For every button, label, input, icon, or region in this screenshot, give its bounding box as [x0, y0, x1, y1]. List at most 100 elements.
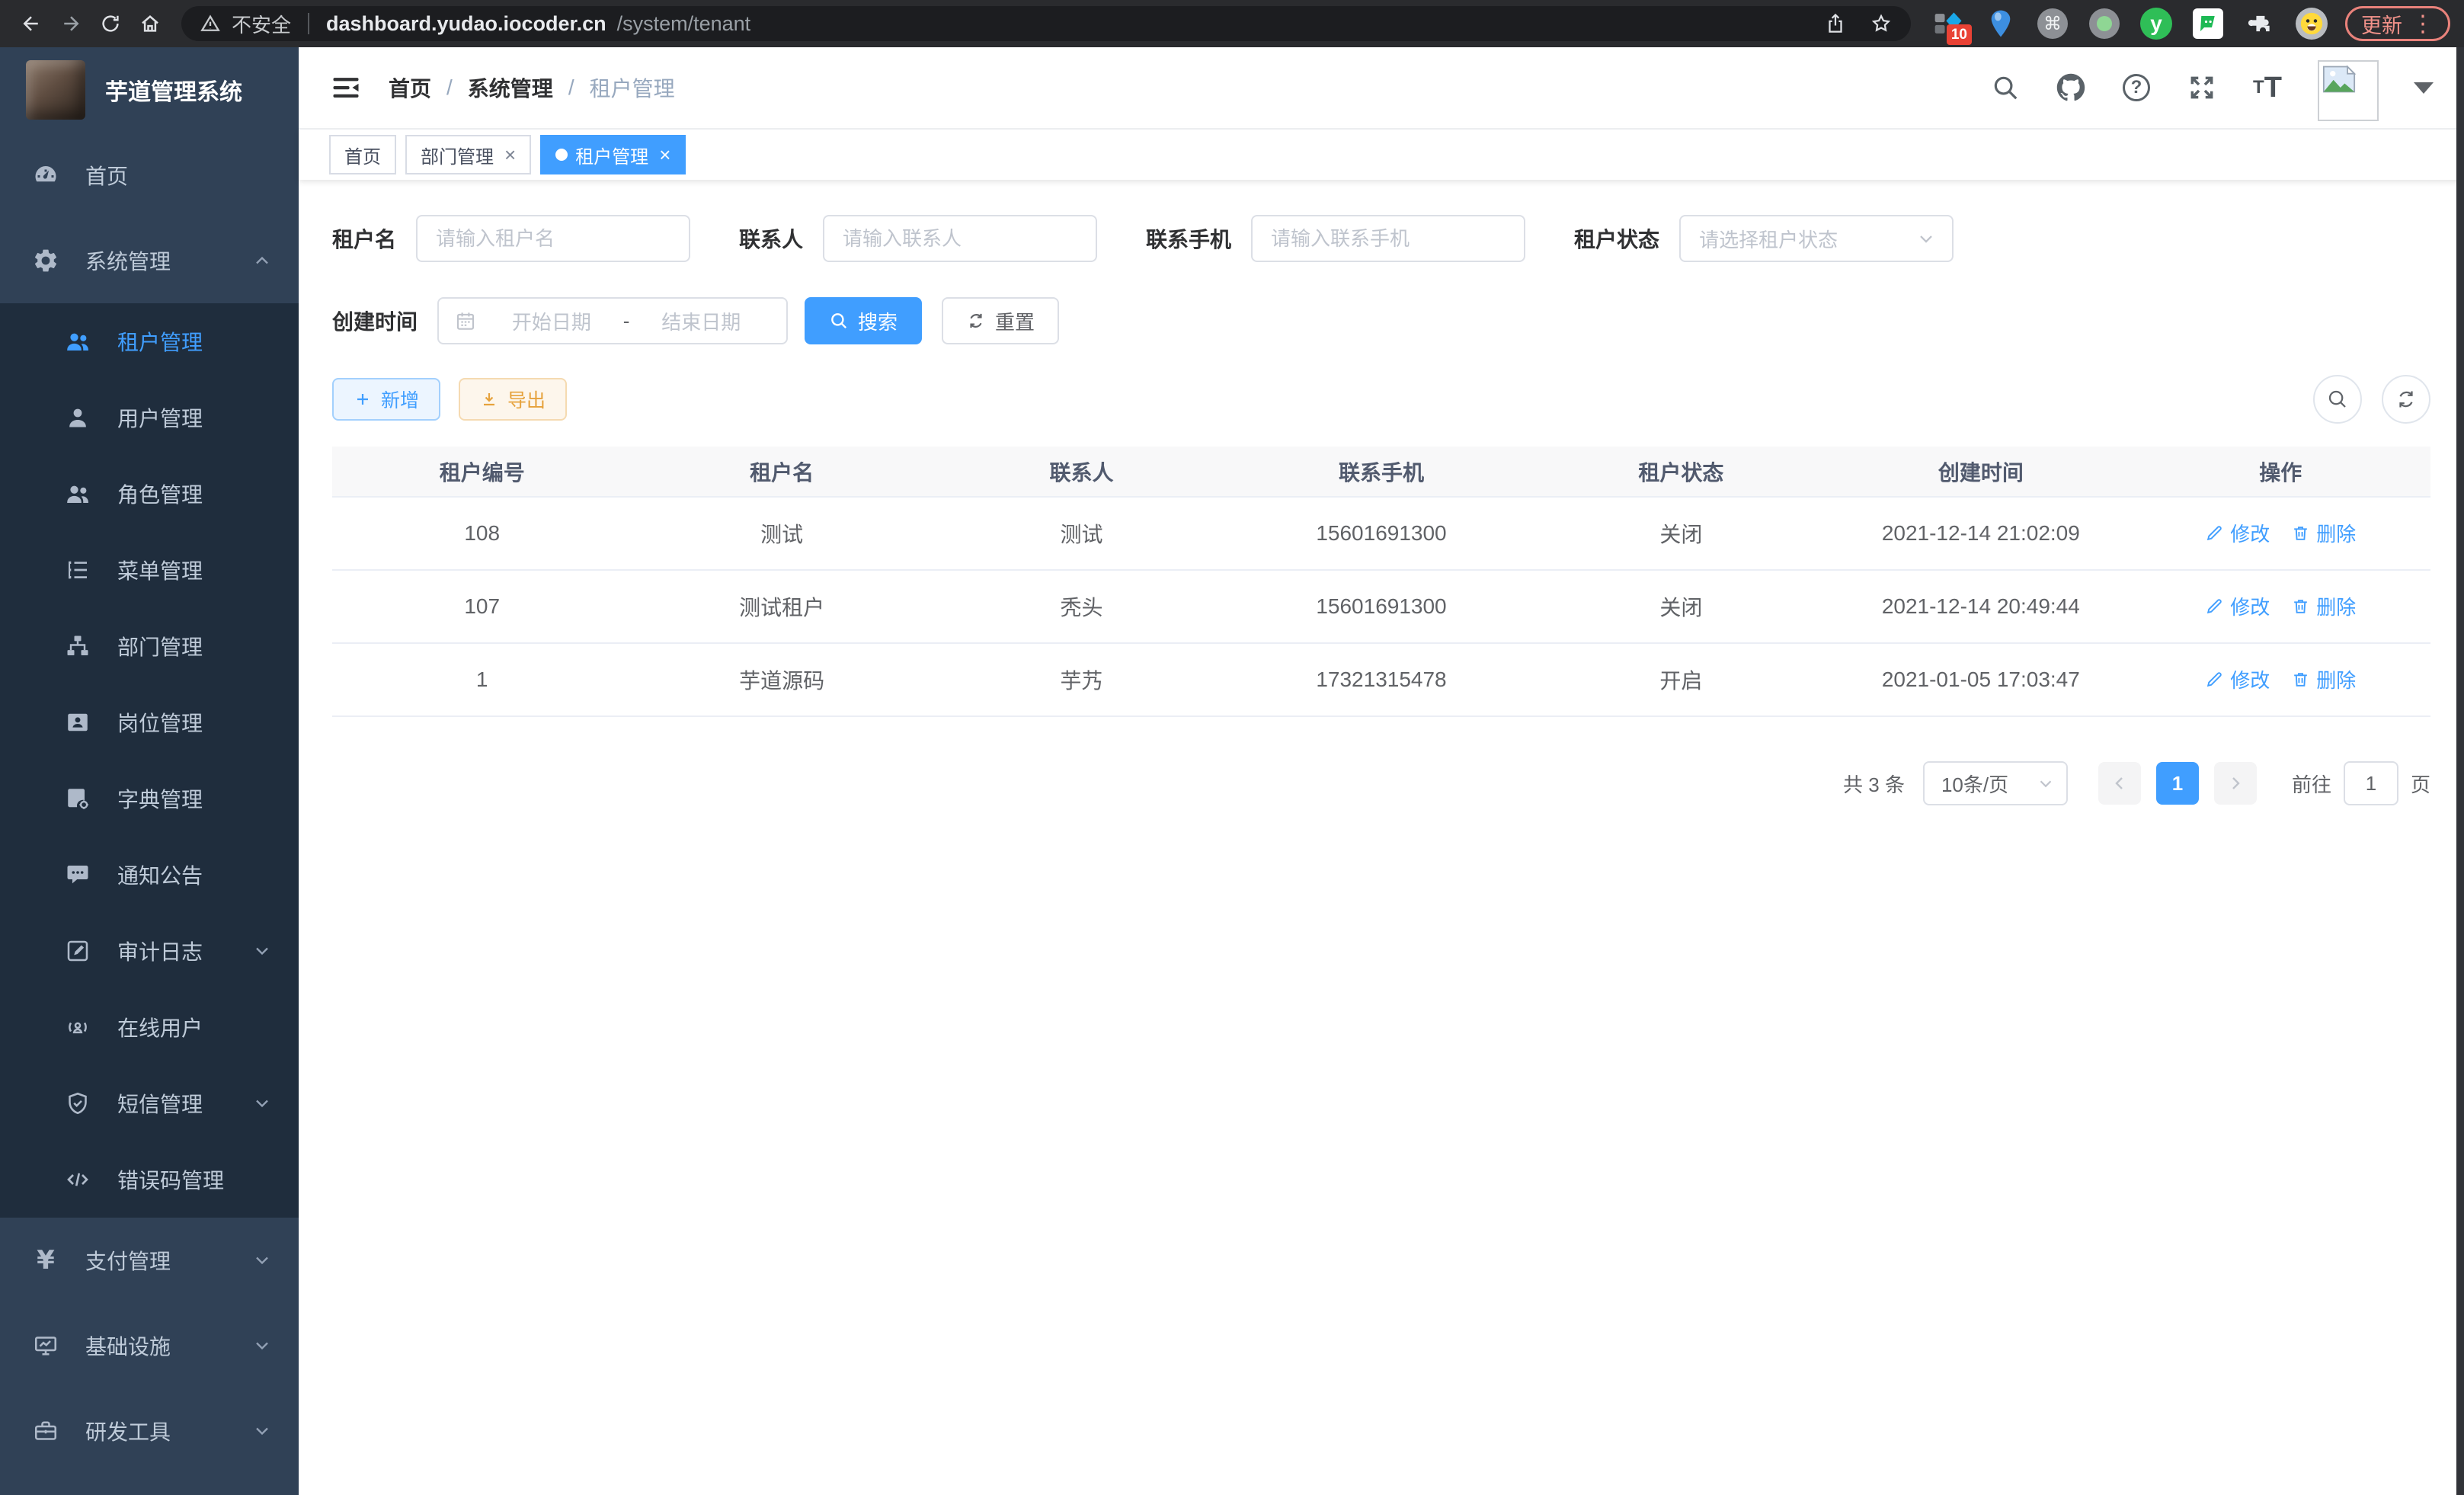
bookmark-star-icon[interactable] — [1870, 12, 1893, 35]
select-placeholder: 请选择租户状态 — [1699, 225, 1838, 253]
avatar-dropdown-caret[interactable] — [2414, 82, 2434, 104]
tag-home[interactable]: 首页 — [329, 135, 396, 174]
sidebar-item-notice[interactable]: 通知公告 — [0, 837, 299, 913]
command-extension-button[interactable]: ⌘ — [2036, 7, 2069, 40]
sidebar-item-system[interactable]: 系统管理 — [0, 218, 299, 303]
breadcrumb-item-system[interactable]: 系统管理 — [468, 72, 553, 103]
chevron-up-icon — [251, 250, 273, 271]
next-page-button[interactable] — [2214, 762, 2257, 805]
github-icon — [2056, 73, 2085, 102]
filter-status: 租户状态 请选择租户状态 — [1574, 215, 1954, 262]
tenant-name-input[interactable] — [416, 215, 690, 262]
tag-dept[interactable]: 部门管理 × — [405, 135, 531, 174]
edit-link[interactable]: 修改 — [2205, 665, 2270, 693]
sidebar-item-dept[interactable]: 部门管理 — [0, 608, 299, 684]
trash-icon — [2291, 670, 2310, 689]
header-search-button[interactable] — [1990, 72, 2021, 103]
font-large-glyph: T — [2264, 72, 2282, 104]
reset-button[interactable]: 重置 — [942, 297, 1059, 344]
refresh-table-button[interactable] — [2382, 375, 2430, 424]
balloon-extension-button[interactable] — [1984, 7, 2018, 40]
sidebar-item-sms[interactable]: 短信管理 — [0, 1065, 299, 1141]
sidebar-item-online-users[interactable]: 在线用户 — [0, 989, 299, 1065]
sidebar-item-dev-tools[interactable]: 研发工具 — [0, 1388, 299, 1474]
tree-table-icon — [64, 556, 91, 584]
sidebar-item-label: 字典管理 — [117, 783, 203, 814]
add-button[interactable]: 新增 — [332, 378, 440, 421]
search-button[interactable]: 搜索 — [805, 297, 922, 344]
page-size-select[interactable]: 10条/页 — [1923, 761, 2068, 805]
browser-forward-button[interactable] — [53, 6, 88, 41]
filter-row-1: 租户名 联系人 联系手机 租户状态 请选择租户状态 — [332, 215, 2430, 262]
workona-extension-button[interactable]: 10 — [1932, 7, 1966, 40]
sidebar-item-menu[interactable]: 菜单管理 — [0, 532, 299, 608]
address-bar[interactable]: 不安全 dashboard.yudao.iocoder.cn/system/te… — [181, 6, 1911, 41]
update-button[interactable]: 更新 ⋮ — [2345, 6, 2450, 41]
browser-back-button[interactable] — [14, 6, 49, 41]
breadcrumb-item-home[interactable]: 首页 — [389, 72, 431, 103]
url-host: dashboard.yudao.iocoder.cn — [326, 12, 606, 36]
sidebar-item-pay[interactable]: ¥ 支付管理 — [0, 1218, 299, 1303]
sidebar-item-home[interactable]: 首页 — [0, 133, 299, 218]
sidebar-item-label: 租户管理 — [117, 326, 203, 357]
balloon-pin-icon — [1984, 7, 2018, 40]
chevron-down-icon — [251, 1093, 273, 1114]
page-1-button[interactable]: 1 — [2156, 762, 2199, 805]
mobile-input[interactable] — [1251, 215, 1525, 262]
sidebar-item-dict[interactable]: 字典管理 — [0, 760, 299, 837]
sidebar-item-tenant[interactable]: 租户管理 — [0, 303, 299, 379]
sidebar-item-label: 部门管理 — [117, 631, 203, 661]
sidebar-item-label: 研发工具 — [85, 1416, 171, 1446]
calendar-icon — [454, 309, 477, 332]
cell-created: 2021-12-14 21:02:09 — [1831, 497, 2130, 570]
export-button[interactable]: 导出 — [459, 378, 567, 421]
sidebar-item-infra[interactable]: 基础设施 — [0, 1303, 299, 1388]
cell-contact: 秃头 — [932, 570, 1231, 643]
delete-link[interactable]: 删除 — [2291, 592, 2356, 620]
toggle-search-button[interactable] — [2313, 375, 2362, 424]
yuque-extension-button[interactable]: y — [2139, 7, 2173, 40]
close-icon[interactable]: × — [659, 145, 670, 165]
search-icon — [829, 311, 849, 331]
reload-icon — [99, 12, 122, 35]
avatar[interactable] — [2318, 60, 2379, 121]
sidebar-item-error-code[interactable]: 错误码管理 — [0, 1141, 299, 1218]
tenant-table: 租户编号 租户名 联系人 联系手机 租户状态 创建时间 操作 108 测试 测试 — [332, 447, 2430, 717]
sidebar-item-role[interactable]: 角色管理 — [0, 456, 299, 532]
tag-tenant[interactable]: 租户管理 × — [540, 135, 686, 174]
chat-extension-button[interactable] — [2191, 7, 2225, 40]
sidebar-item-audit-log[interactable]: 审计日志 — [0, 913, 299, 989]
emoji-extension-button[interactable] — [2295, 7, 2328, 40]
help-button[interactable]: ? — [2121, 72, 2152, 103]
edit-link[interactable]: 修改 — [2205, 592, 2270, 620]
recorder-extension-button[interactable] — [2088, 7, 2121, 40]
delete-link[interactable]: 删除 — [2291, 519, 2356, 547]
kebab-menu-icon: ⋮ — [2411, 11, 2434, 37]
sidebar-item-post[interactable]: 岗位管理 — [0, 684, 299, 760]
prev-page-button[interactable] — [2098, 762, 2141, 805]
share-icon[interactable] — [1824, 12, 1847, 35]
tags-view-bar: 首页 部门管理 × 租户管理 × — [299, 130, 2464, 180]
browser-reload-button[interactable] — [93, 6, 128, 41]
status-select[interactable]: 请选择租户状态 — [1679, 215, 1954, 262]
delete-link[interactable]: 删除 — [2291, 665, 2356, 693]
date-range-picker[interactable]: 开始日期 - 结束日期 — [437, 297, 788, 344]
contact-input[interactable] — [823, 215, 1097, 262]
close-icon[interactable]: × — [504, 145, 516, 165]
fullscreen-button[interactable] — [2187, 72, 2217, 103]
back-icon — [20, 12, 43, 35]
github-button[interactable] — [2056, 72, 2086, 103]
edit-link[interactable]: 修改 — [2205, 519, 2270, 547]
start-date-placeholder: 开始日期 — [482, 307, 622, 335]
extensions-menu-button[interactable] — [2243, 7, 2277, 40]
sidebar-item-user[interactable]: 用户管理 — [0, 379, 299, 456]
user-icon — [64, 404, 91, 431]
not-secure-warning-icon — [200, 13, 221, 34]
sidebar-logo[interactable]: 芋道管理系统 — [0, 47, 299, 133]
chevron-down-icon — [2036, 773, 2056, 793]
sidebar-collapse-button[interactable] — [329, 71, 363, 104]
font-size-button[interactable]: TT — [2252, 72, 2283, 103]
browser-home-button[interactable] — [133, 6, 168, 41]
goto-page-input[interactable] — [2344, 761, 2398, 805]
security-label: 不安全 — [232, 10, 291, 38]
